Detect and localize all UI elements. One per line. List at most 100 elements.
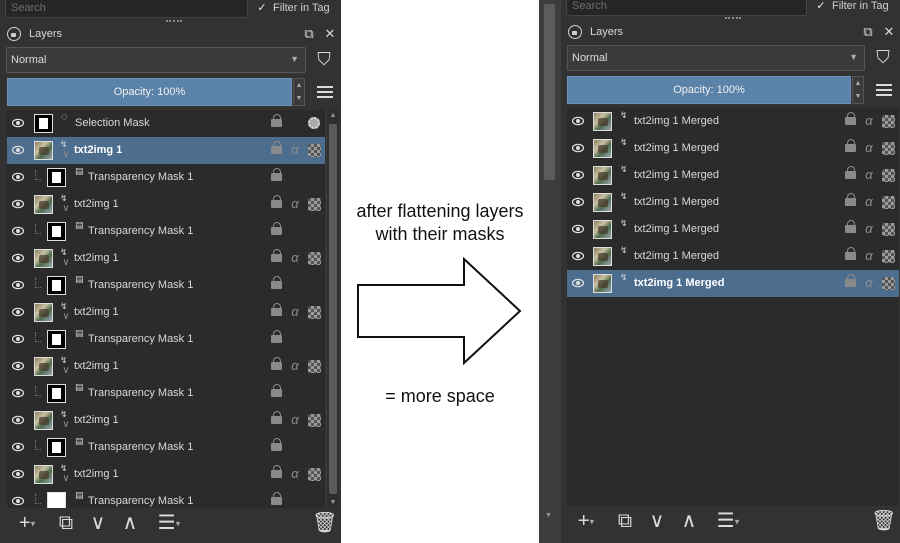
mask-row[interactable]: ▤ Transparency Mask 1 bbox=[7, 434, 325, 461]
checker-icon[interactable] bbox=[308, 198, 321, 211]
padlock-icon[interactable] bbox=[271, 438, 282, 451]
collapse-chevron-icon[interactable]: ∨ bbox=[59, 418, 73, 432]
merged-layer-row[interactable]: ↯ txt2img 1 Merged α bbox=[567, 108, 899, 135]
collapse-chevron-icon[interactable]: ∨ bbox=[59, 256, 73, 270]
eye-icon[interactable] bbox=[572, 278, 584, 288]
eye-icon[interactable] bbox=[12, 226, 24, 236]
eye-icon[interactable] bbox=[12, 280, 24, 290]
checker-icon[interactable] bbox=[882, 196, 895, 209]
alpha-lock-icon[interactable]: α bbox=[288, 143, 302, 157]
alpha-lock-icon[interactable]: α bbox=[862, 114, 876, 128]
padlock-icon[interactable] bbox=[845, 112, 856, 125]
mask-row[interactable]: ▤ Transparency Mask 1 bbox=[7, 218, 325, 245]
alpha-lock-icon[interactable]: α bbox=[288, 251, 302, 265]
eye-icon[interactable] bbox=[572, 224, 584, 234]
layer-row[interactable]: ↯ ∨ txt2img 1α bbox=[7, 245, 325, 272]
mask-row[interactable]: ▤ Transparency Mask 1 bbox=[7, 164, 325, 191]
checker-icon[interactable] bbox=[882, 277, 895, 290]
close-docker-icon[interactable]: ✕ bbox=[323, 27, 337, 41]
padlock-icon[interactable] bbox=[845, 247, 856, 260]
layer-row[interactable]: ↯ ∨ txt2img 1α bbox=[7, 191, 325, 218]
search-input[interactable]: Search bbox=[566, 0, 807, 16]
eye-icon[interactable] bbox=[12, 334, 24, 344]
layer-row[interactable]: ↯ ∨ txt2img 1α bbox=[7, 461, 325, 488]
padlock-icon[interactable] bbox=[845, 193, 856, 206]
duplicate-layer-button[interactable]: ⧉ bbox=[54, 512, 78, 534]
alpha-lock-icon[interactable]: α bbox=[288, 413, 302, 427]
filter-funnel-icon[interactable]: ⛉ bbox=[314, 48, 334, 72]
collapse-chevron-icon[interactable]: ∨ bbox=[59, 364, 73, 378]
eye-icon[interactable] bbox=[12, 172, 24, 182]
padlock-icon[interactable] bbox=[271, 303, 282, 316]
blend-mode-select[interactable]: Normal ▼ bbox=[567, 45, 865, 71]
padlock-icon[interactable] bbox=[845, 166, 856, 179]
move-layer-down-button[interactable]: ∨ bbox=[86, 512, 110, 534]
float-docker-icon[interactable]: ⧉ bbox=[302, 27, 316, 41]
eye-icon[interactable] bbox=[12, 253, 24, 263]
checker-icon[interactable] bbox=[882, 223, 895, 236]
alpha-lock-icon[interactable]: α bbox=[862, 276, 876, 290]
merged-layer-row[interactable]: ↯ txt2img 1 Merged α bbox=[567, 243, 899, 270]
alpha-lock-icon[interactable]: α bbox=[862, 195, 876, 209]
layer-menu-icon[interactable] bbox=[317, 86, 333, 100]
eye-icon[interactable] bbox=[12, 118, 24, 128]
padlock-icon[interactable] bbox=[271, 384, 282, 397]
alpha-lock-icon[interactable]: α bbox=[862, 249, 876, 263]
padlock-icon[interactable] bbox=[271, 195, 282, 208]
canvas-scrollbar[interactable]: ▼ bbox=[539, 0, 561, 543]
docker-lock-icon[interactable] bbox=[7, 27, 21, 41]
checker-icon[interactable] bbox=[882, 250, 895, 263]
checker-icon[interactable] bbox=[308, 252, 321, 265]
alpha-lock-icon[interactable]: α bbox=[288, 305, 302, 319]
duplicate-layer-button[interactable]: ⧉ bbox=[613, 510, 637, 532]
mask-row[interactable]: ▤ Transparency Mask 1 bbox=[7, 326, 325, 353]
checker-icon[interactable] bbox=[308, 360, 321, 373]
eye-icon[interactable] bbox=[12, 145, 24, 155]
blend-mode-select[interactable]: Normal ▼ bbox=[6, 47, 306, 73]
filter-in-tag-checkbox[interactable]: ✓ Filter in Tag bbox=[815, 0, 888, 14]
checker-icon[interactable] bbox=[882, 169, 895, 182]
checker-icon[interactable] bbox=[308, 144, 321, 157]
alpha-lock-icon[interactable]: α bbox=[288, 467, 302, 481]
resize-grip[interactable] bbox=[725, 17, 741, 21]
layer-row[interactable]: ↯ ∨ txt2img 1α bbox=[7, 407, 325, 434]
eye-icon[interactable] bbox=[12, 199, 24, 209]
move-layer-down-button[interactable]: ∨ bbox=[645, 510, 669, 532]
eye-icon[interactable] bbox=[12, 496, 24, 506]
opacity-slider[interactable]: Opacity: 100% bbox=[567, 76, 851, 104]
layer-properties-button[interactable]: ☰▾ bbox=[709, 510, 747, 532]
layer-list-scrollbar[interactable]: ▲ ▼ bbox=[326, 110, 338, 508]
delete-layer-button[interactable]: 🗑 bbox=[312, 512, 337, 534]
float-docker-icon[interactable]: ⧉ bbox=[861, 25, 875, 39]
layer-row[interactable]: ↯ ∨ txt2img 1α bbox=[7, 353, 325, 380]
padlock-icon[interactable] bbox=[845, 220, 856, 233]
merged-layer-row[interactable]: ↯ txt2img 1 Merged α bbox=[567, 162, 899, 189]
padlock-icon[interactable] bbox=[271, 492, 282, 505]
close-docker-icon[interactable]: ✕ bbox=[882, 25, 896, 39]
padlock-icon[interactable] bbox=[271, 114, 282, 127]
search-input[interactable]: Search bbox=[5, 0, 248, 18]
add-layer-button[interactable]: +▾ bbox=[571, 510, 601, 532]
eye-icon[interactable] bbox=[572, 143, 584, 153]
filter-in-tag-checkbox[interactable]: ✓ Filter in Tag bbox=[256, 0, 329, 16]
eye-icon[interactable] bbox=[572, 116, 584, 126]
merged-layer-row[interactable]: ↯ txt2img 1 Merged α bbox=[567, 270, 899, 297]
alpha-lock-icon[interactable]: α bbox=[862, 168, 876, 182]
padlock-icon[interactable] bbox=[845, 139, 856, 152]
collapse-chevron-icon[interactable]: ∨ bbox=[59, 472, 73, 486]
delete-layer-button[interactable]: 🗑 bbox=[871, 510, 896, 532]
alpha-lock-icon[interactable]: α bbox=[288, 359, 302, 373]
move-layer-up-button[interactable]: ∧ bbox=[118, 512, 142, 534]
eye-icon[interactable] bbox=[572, 170, 584, 180]
eye-icon[interactable] bbox=[12, 442, 24, 452]
docker-lock-icon[interactable] bbox=[568, 25, 582, 39]
merged-layer-row[interactable]: ↯ txt2img 1 Merged α bbox=[567, 135, 899, 162]
collapse-chevron-icon[interactable]: ∨ bbox=[59, 202, 73, 216]
opacity-slider[interactable]: Opacity: 100% bbox=[7, 78, 292, 106]
merged-layer-row[interactable]: ↯ txt2img 1 Merged α bbox=[567, 189, 899, 216]
collapse-chevron-icon[interactable]: ∨ bbox=[59, 310, 73, 324]
eye-icon[interactable] bbox=[572, 197, 584, 207]
filter-funnel-icon[interactable]: ⛉ bbox=[873, 46, 893, 70]
padlock-icon[interactable] bbox=[271, 357, 282, 370]
opacity-spinner[interactable]: ▲ ▼ bbox=[293, 78, 305, 106]
